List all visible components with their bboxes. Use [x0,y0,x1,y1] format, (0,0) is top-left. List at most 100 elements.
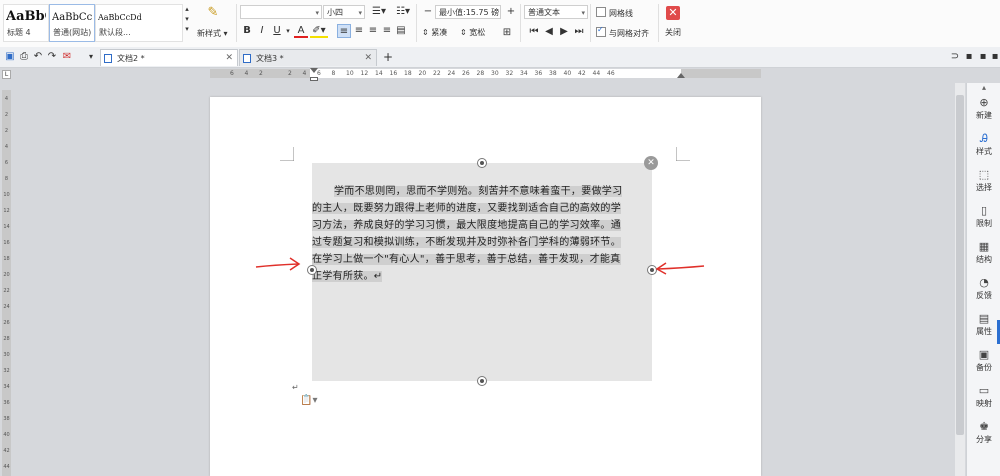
numbering-button[interactable]: ☷▾ [392,5,414,19]
highlight-button[interactable]: ✐▾ [310,24,328,38]
vertical-ruler[interactable]: 4 2 2 4 6 8 10 12 14 16 18 20 22 24 26 28 30 32 34 36 38 40 42… [2,90,11,476]
style-default-para[interactable]: AaBbCcDd 默认段... [95,4,183,42]
panel-item-feedback[interactable]: ◔ 反馈 [967,277,1000,301]
loose-button[interactable]: ⇕ 宽松 [460,27,485,38]
font-name-combo[interactable]: ▾ [240,5,322,19]
ruler-tick-label: 20 [3,272,10,278]
panel-item-select[interactable]: ⬚ 选择 [967,169,1000,193]
style-name: 普通(网站) [53,28,92,37]
ruler-tick-label: 30 [491,70,499,77]
panel-item-label: 限制 [976,219,992,228]
align-right-button[interactable]: ≡ [366,24,380,38]
ruler-tick-label: 26 [462,70,470,77]
tight-button[interactable]: ⇕ 紧凑 [422,27,447,38]
bullets-button[interactable]: ☰▾ [368,5,390,19]
style-heading4[interactable]: AaBbC 标题 4 [3,4,49,42]
ruler-tick-label: 12 [360,70,369,77]
ruler-tick-label: 18 [3,256,10,262]
horizontal-ruler[interactable]: 6 4 2 2 4 6 8 10 12 14 16 18 20 22 24 26 28 30 32 34 36 38 40 4… [210,68,761,81]
resize-handle-bottom[interactable] [477,376,487,386]
panel-item-structure[interactable]: ▦ 结构 [967,241,1000,265]
close-tab-icon[interactable]: ✕ [225,50,233,67]
panel-collapse-icon[interactable]: ▴ [967,83,1000,95]
first-indent-marker[interactable] [310,68,318,73]
panel-item-share[interactable]: ♚ 分享 [967,421,1000,445]
vertical-scrollbar[interactable] [955,83,965,476]
panel-item-restrict[interactable]: ▯ 限制 [967,205,1000,229]
ruler-tick-label: 22 [433,70,441,77]
feedback-icon: ◔ [979,276,989,289]
scrollbar-thumb[interactable] [956,95,964,435]
tab-document2[interactable]: 文档2 * ✕ [100,49,238,66]
close-tab-icon[interactable]: ✕ [364,50,372,67]
paragraph-settings-icon[interactable]: ⊞ [500,26,514,40]
checkbox[interactable] [596,25,606,37]
right-indent-marker[interactable] [677,73,685,78]
focus-mode-icon[interactable]: ⊃ [948,50,962,64]
align-center-button[interactable]: ≡ [352,24,366,38]
first-page-icon[interactable]: ⏮ [527,25,541,39]
annotation-arrow-left [255,257,301,271]
style-normal-web[interactable]: AaBbCcI 普通(网站) [49,4,95,42]
close-label[interactable]: 关闭 [665,27,681,38]
window-icon[interactable]: ▪ [962,50,976,64]
justify-button[interactable]: ≡ [380,24,394,38]
chevron-down-icon: ▾ [315,9,319,17]
save-icon[interactable]: ▣ [3,50,17,64]
restrict-icon: ▯ [980,204,988,217]
font-size-value: 小四 [327,8,343,17]
paragraph-style-combo[interactable]: 普通文本 ▾ [524,5,588,19]
font-color-button[interactable]: A [294,24,308,38]
panel-item-mapping[interactable]: ▭ 映射 [967,385,1000,409]
tab-stop-selector[interactable]: L [2,70,11,79]
panel-item-label: 反馈 [976,291,992,300]
align-grid-checkbox[interactable]: 与网格对齐 [596,25,649,39]
text-line-content: 的主人，既要努力跟得上老师的进度，又要找到适合自己的高效的学 [312,203,621,214]
font-size-combo[interactable]: 小四 ▾ [323,5,365,19]
close-icon[interactable]: ✕ [666,6,680,20]
left-indent-marker[interactable] [310,77,318,81]
panel-item-backup[interactable]: ▣ 备份 [967,349,1000,373]
gridline-checkbox[interactable]: 网格线 [596,7,633,19]
new-style-icon: ✎ [207,5,219,20]
text-box[interactable]: 学而不思则罔，思而不学则殆。刻苦并不意味着蛮干，要做学习 的主人，既要努力跟得上… [307,156,658,386]
chevron-down-icon[interactable]: ▾ [284,24,292,38]
email-icon[interactable]: ✉ [60,50,74,64]
paste-options-icon[interactable]: 📋▾ [300,395,317,406]
print-icon[interactable]: ⎙ [17,50,31,64]
plus-icon: ⊕ [979,96,989,109]
tab-document3[interactable]: 文档3 * ✕ [239,49,377,66]
last-page-icon[interactable]: ⏭ [572,25,586,39]
close-icon[interactable]: ✕ [644,156,658,170]
increase-spacing-button[interactable]: + [504,5,518,19]
prev-page-icon[interactable]: ◀ [542,25,556,39]
undo-icon[interactable]: ↶ [31,50,45,64]
separator [520,4,521,42]
underline-button[interactable]: U [270,24,284,38]
styles-scroll-button[interactable]: ▴ ▾ ▾ [183,4,191,40]
panel-item-label: 属性 [976,327,992,336]
window-icon[interactable]: ▪ [988,50,1000,64]
panel-item-properties[interactable]: ▤ 属性 [967,313,1000,337]
panel-item-plus[interactable]: ⊕ 新建 [967,97,1000,121]
resize-handle-top[interactable] [477,158,487,168]
distribute-button[interactable]: ▤ [394,24,408,38]
next-page-icon[interactable]: ▶ [557,25,571,39]
bold-button[interactable]: B [240,24,254,38]
separator [236,4,237,42]
italic-button[interactable]: I [255,24,269,38]
text-box-content[interactable]: 学而不思则罔，思而不学则殆。刻苦并不意味着蛮干，要做学习 的主人，既要努力跟得上… [312,183,649,285]
checkbox[interactable] [596,7,606,17]
redo-icon[interactable]: ↷ [45,50,59,64]
ruler-tick-label: 6 [4,160,9,166]
panel-item-style[interactable]: Ꭿ 样式 [967,133,1000,157]
chevron-down-icon[interactable]: ▾ [84,50,98,64]
new-style-button[interactable]: 新样式 ▾ [197,28,228,39]
ruler-tick-label: 28 [476,70,485,77]
decrease-spacing-button[interactable]: − [421,5,435,19]
align-left-button[interactable]: ≡ [337,24,351,38]
resize-handle-left[interactable] [307,265,317,275]
new-tab-icon[interactable]: + [381,50,395,64]
line-spacing-combo[interactable]: 最小值:15.75 磅 [435,5,501,19]
ruler-tick-label: 24 [3,304,10,310]
